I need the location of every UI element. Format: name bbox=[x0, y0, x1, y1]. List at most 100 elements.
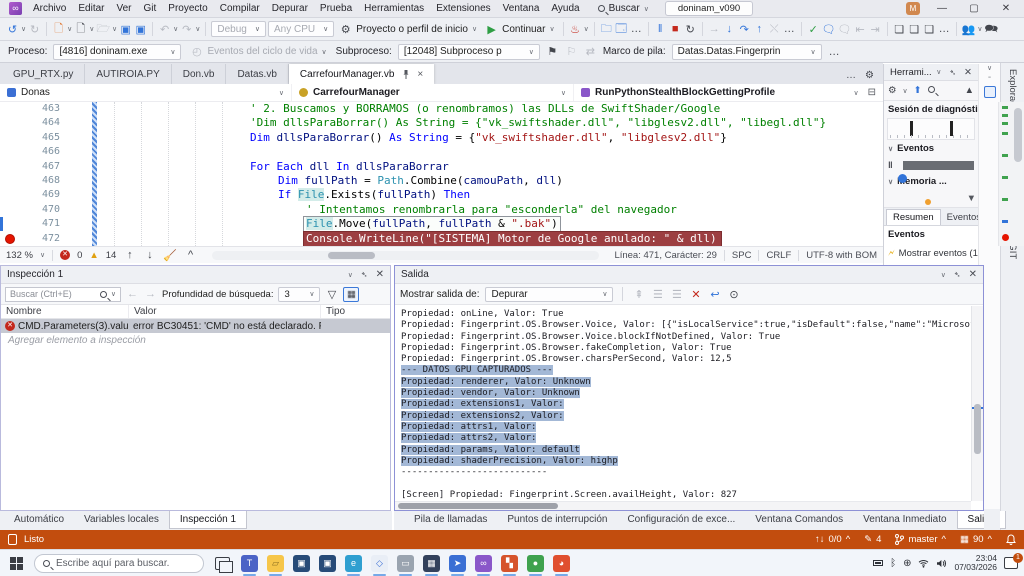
thread-select[interactable]: [12048] Subproceso p ∨ bbox=[397, 43, 540, 60]
taskbar-icon-browser-orange[interactable]: ◕ bbox=[553, 554, 570, 576]
filter-icon[interactable]: ▽ bbox=[325, 288, 338, 301]
taskbar-search[interactable]: Escribe aquí para buscar. bbox=[34, 553, 204, 573]
next-issue-icon[interactable]: ↓ bbox=[143, 249, 156, 261]
output-line[interactable]: Propiedad: renderer, Valor: Unknown bbox=[401, 376, 971, 388]
undo-icon[interactable]: ↶ bbox=[158, 23, 171, 36]
output-tab-2[interactable]: Configuración de exce... bbox=[617, 511, 745, 528]
events-section-header[interactable]: ∨ Eventos bbox=[884, 140, 978, 157]
spell-check-icon[interactable]: ✓ bbox=[807, 23, 820, 36]
output-log[interactable]: Propiedad: onLine, Valor: True Propiedad:… bbox=[395, 306, 971, 501]
start-button[interactable] bbox=[10, 556, 23, 570]
volume-icon[interactable] bbox=[936, 559, 947, 568]
watch-tab-2[interactable]: Inspección 1 bbox=[168, 511, 248, 529]
output-line[interactable]: Propiedad: Fingerprint.OS.Browser.fakeCo… bbox=[401, 343, 971, 354]
redo-icon[interactable]: ↷ bbox=[180, 23, 193, 36]
chevron-down-icon[interactable]: ∨ bbox=[979, 64, 1000, 72]
chevron-down-icon[interactable]: ∨ bbox=[941, 271, 946, 279]
hot-reload-icon[interactable]: ♨ bbox=[569, 23, 582, 36]
output-source-select[interactable]: Depurar ∨ bbox=[485, 286, 614, 302]
bell-icon[interactable] bbox=[1006, 534, 1016, 545]
new-project-dropdown[interactable]: ∨ bbox=[67, 25, 72, 33]
output-line[interactable]: Propiedad: onLine, Valor: True bbox=[401, 309, 971, 320]
output-line[interactable]: --------------------------- bbox=[401, 467, 971, 478]
chevron-down-icon[interactable]: ∨ bbox=[348, 271, 353, 279]
code-line[interactable]: 469 If File.Exists(fullPath) Then bbox=[0, 188, 883, 202]
warning-count[interactable]: 14 bbox=[106, 250, 117, 261]
scroll-up-icon[interactable]: ▲ bbox=[965, 85, 974, 96]
account-avatar[interactable]: M bbox=[906, 2, 920, 15]
add-item-dropdown[interactable]: ∨ bbox=[89, 25, 94, 33]
close-button[interactable]: ✕ bbox=[996, 3, 1016, 14]
watch-row[interactable]: ✕ CMD.Parameters(3).value error BC30451: … bbox=[1, 319, 390, 333]
output-line[interactable]: Propiedad: Fingerprint.OS.Browser.Voice.… bbox=[401, 332, 971, 343]
watch-tab-0[interactable]: Automático bbox=[4, 511, 74, 528]
output-tab-1[interactable]: Puntos de interrupción bbox=[497, 511, 617, 528]
zoom-icon[interactable] bbox=[927, 85, 935, 96]
browser-link-icon[interactable]: 🗔 bbox=[615, 20, 628, 39]
menu-compilar[interactable]: Compilar bbox=[214, 1, 266, 16]
add-item-icon[interactable]: 🗋 bbox=[74, 20, 87, 39]
close-icon[interactable]: × bbox=[417, 69, 423, 80]
maximize-button[interactable]: ▢ bbox=[964, 3, 984, 14]
show-threads-icon[interactable]: ⇄ bbox=[584, 45, 597, 58]
lifecycle-events-button[interactable]: ◴ Eventos del ciclo de vida ∨ bbox=[187, 45, 329, 58]
menu-extensiones[interactable]: Extensiones bbox=[430, 1, 496, 16]
flag-outline-icon[interactable]: ⚐ bbox=[565, 45, 578, 58]
document-map-icon[interactable] bbox=[983, 86, 996, 98]
toolbar-overflow-icon[interactable]: … bbox=[630, 23, 643, 35]
git-branch[interactable]: master ^ bbox=[895, 534, 946, 545]
watch-search-input[interactable]: Buscar (Ctrl+E) ∨ bbox=[5, 286, 121, 302]
hot-reload-dropdown[interactable]: ∨ bbox=[584, 25, 589, 33]
pause-icon[interactable]: ‖ bbox=[654, 23, 667, 35]
indentation-mode[interactable]: SPC bbox=[732, 250, 752, 261]
taskbar-icon-app-window-2[interactable]: ▣ bbox=[319, 554, 336, 572]
menu-git[interactable]: Git bbox=[138, 1, 163, 16]
code-cleanup-icon[interactable]: 🧹 bbox=[163, 249, 177, 262]
split-editor-icon[interactable]: ⊟ bbox=[868, 87, 876, 98]
show-next-statement-icon[interactable]: → bbox=[708, 23, 721, 35]
task-view-icon[interactable] bbox=[215, 556, 233, 573]
menu-ventana[interactable]: Ventana bbox=[497, 1, 546, 16]
code-editor[interactable]: 463 ' 2. Buscamos y BORRAMOS (o renombram… bbox=[0, 102, 883, 246]
output-line[interactable]: Propiedad: attrs2, Valor: bbox=[401, 433, 971, 444]
word-wrap-icon[interactable]: ↩ bbox=[708, 288, 721, 301]
search-back-icon[interactable]: ← bbox=[126, 288, 139, 300]
taskbar-icon-green-app[interactable]: ● bbox=[527, 554, 544, 576]
open-file-dropdown[interactable]: ∨ bbox=[112, 25, 117, 33]
menu-ver[interactable]: Ver bbox=[110, 1, 137, 16]
code-line[interactable]: 471 File.Move(fullPath, fullPath & ".bak"… bbox=[0, 216, 883, 233]
close-icon[interactable]: ✕ bbox=[969, 269, 977, 280]
continue-button[interactable]: ▶ Continuar ∨ bbox=[482, 23, 557, 36]
code-line[interactable]: 468 Dim fullPath = Path.Combine(camouPath… bbox=[0, 174, 883, 188]
tab-eventos[interactable]: Eventos bbox=[941, 210, 978, 225]
doc-tab-autiroia.py[interactable]: AUTIROIA.PY bbox=[85, 64, 172, 84]
history-clock-icon[interactable]: ⊙ bbox=[727, 288, 740, 301]
code-line[interactable]: 467 For Each dll In dllsParaBorrar bbox=[0, 160, 883, 174]
tab-options-gear-icon[interactable]: ⚙ bbox=[865, 70, 874, 81]
uncomment-icon[interactable]: 🗨 bbox=[838, 23, 852, 36]
minimize-button[interactable]: — bbox=[932, 3, 952, 14]
redo-dropdown[interactable]: ∨ bbox=[195, 25, 200, 33]
notification-center-icon[interactable]: 1 bbox=[1004, 553, 1023, 569]
tab-resumen[interactable]: Resumen bbox=[886, 209, 941, 225]
export-icon[interactable]: ⬆ bbox=[914, 85, 922, 96]
find-in-files-icon[interactable]: 🗀 bbox=[600, 20, 613, 39]
tab-overflow-icon[interactable]: … bbox=[846, 70, 856, 81]
pin-icon[interactable]: ➴ bbox=[361, 270, 368, 279]
menu-archivo[interactable]: Archivo bbox=[27, 1, 72, 16]
scroll-down-icon[interactable]: ▼ bbox=[967, 193, 976, 204]
horizontal-scrollbar[interactable] bbox=[212, 250, 600, 260]
live-share-dropdown[interactable]: ∨ bbox=[977, 25, 982, 33]
save-icon[interactable]: ▣ bbox=[119, 23, 132, 36]
bluetooth-icon[interactable]: ᛒ bbox=[890, 558, 896, 569]
flag-icon[interactable]: ⚑ bbox=[546, 45, 559, 58]
taskbar-clock[interactable]: 23:04 07/03/2026 bbox=[954, 553, 997, 573]
step-over-icon[interactable]: ↷ bbox=[738, 23, 751, 36]
breadcrumb-type[interactable]: CarrefourManager ∨ bbox=[292, 84, 574, 101]
bookmark-icon[interactable]: ❏ bbox=[893, 23, 906, 36]
menu-proyecto[interactable]: Proyecto bbox=[162, 1, 213, 16]
undo-dropdown[interactable]: ∨ bbox=[173, 25, 178, 33]
scrollbar-thumb[interactable] bbox=[328, 251, 375, 259]
step-out-icon[interactable]: ↑ bbox=[753, 23, 766, 35]
new-project-icon[interactable]: 🗋 bbox=[52, 20, 65, 39]
